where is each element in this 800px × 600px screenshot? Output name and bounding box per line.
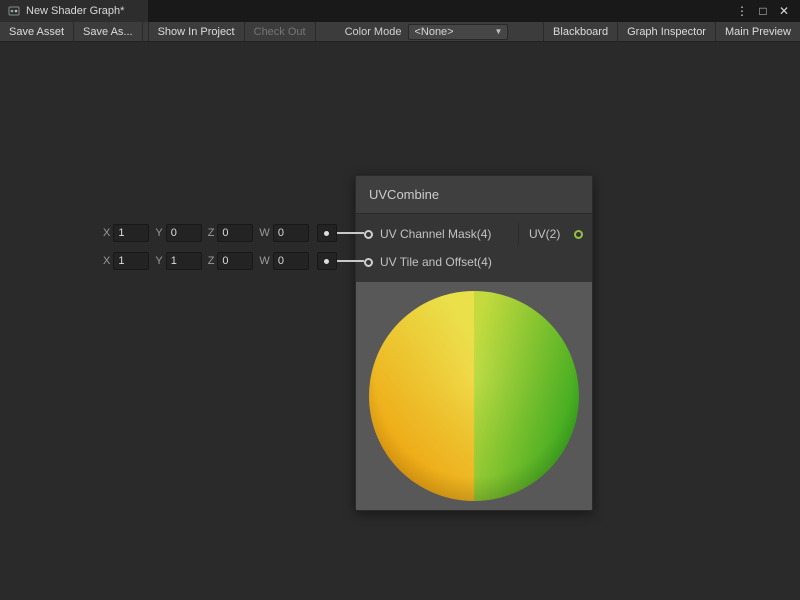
- node-ports: UV Channel Mask(4) UV Tile and Offset(4)…: [356, 214, 592, 282]
- edge-uv-tile-offset[interactable]: [337, 260, 364, 262]
- port-connector[interactable]: [317, 252, 337, 270]
- axis-label: Z: [208, 227, 215, 239]
- maximize-icon[interactable]: □: [756, 0, 770, 22]
- connector-dot-icon: [324, 259, 329, 264]
- main-preview-button[interactable]: Main Preview: [715, 22, 800, 41]
- connector-dot-icon: [324, 231, 329, 236]
- vector-value: 0: [222, 255, 228, 267]
- edge-uv-channel-mask[interactable]: [337, 232, 364, 234]
- axis-label: X: [103, 255, 110, 267]
- save-asset-button[interactable]: Save Asset: [0, 22, 74, 41]
- uvcombine-node[interactable]: UVCombine UV Channel Mask(4) UV Tile and…: [355, 175, 593, 511]
- graph-inspector-button[interactable]: Graph Inspector: [617, 22, 715, 41]
- input-port-label: UV Tile and Offset(4): [380, 255, 492, 269]
- axis-label: W: [259, 255, 269, 267]
- color-mode-dropdown[interactable]: <None> ▼: [408, 24, 508, 40]
- vector-value: 0: [278, 255, 284, 267]
- uv-preview-sphere: [369, 291, 579, 501]
- vector-field-y[interactable]: 0: [166, 224, 202, 242]
- shader-graph-window: New Shader Graph* ⋮ □ ✕ Save Asset Save …: [0, 0, 800, 600]
- vector-field-z[interactable]: 0: [217, 224, 253, 242]
- color-mode-group: Color Mode <None> ▼: [345, 22, 509, 41]
- port-connector[interactable]: [317, 224, 337, 242]
- node-header[interactable]: UVCombine: [356, 176, 592, 214]
- input-row-tile-offset: UV Tile and Offset(4): [364, 251, 518, 273]
- vector-value: 1: [118, 227, 124, 239]
- output-port-label: UV(2): [529, 227, 560, 241]
- vector-value: 0: [171, 227, 177, 239]
- input-port[interactable]: [364, 230, 373, 239]
- input-row-channel-mask: UV Channel Mask(4): [364, 223, 518, 245]
- shader-graph-icon: [8, 5, 20, 17]
- save-as-button[interactable]: Save As...: [74, 22, 143, 41]
- vector-value: 1: [118, 255, 124, 267]
- vector-field-w[interactable]: 0: [273, 224, 309, 242]
- vector-field-x[interactable]: 1: [113, 252, 149, 270]
- menu-icon[interactable]: ⋮: [735, 0, 749, 22]
- vector-field-x[interactable]: 1: [113, 224, 149, 242]
- vector-field-z[interactable]: 0: [217, 252, 253, 270]
- blackboard-button[interactable]: Blackboard: [543, 22, 617, 41]
- vector-value: 0: [222, 227, 228, 239]
- vector-field-w[interactable]: 0: [273, 252, 309, 270]
- title-bar: New Shader Graph* ⋮ □ ✕: [0, 0, 800, 22]
- color-mode-label: Color Mode: [345, 26, 402, 38]
- window-controls: ⋮ □ ✕: [735, 0, 800, 22]
- node-inputs: UV Channel Mask(4) UV Tile and Offset(4): [356, 214, 518, 282]
- show-in-project-button[interactable]: Show In Project: [148, 22, 245, 41]
- vector4-input-row-2: X 1 Y 1 Z 0 W 0: [103, 252, 337, 270]
- axis-label: Y: [155, 227, 162, 239]
- document-tab[interactable]: New Shader Graph*: [0, 0, 148, 22]
- vector-field-y[interactable]: 1: [166, 252, 202, 270]
- input-port[interactable]: [364, 258, 373, 267]
- close-icon[interactable]: ✕: [777, 0, 791, 22]
- node-title: UVCombine: [369, 187, 439, 202]
- axis-label: W: [259, 227, 269, 239]
- vector4-input-row-1: X 1 Y 0 Z 0 W 0: [103, 224, 337, 242]
- color-mode-value: <None>: [414, 26, 490, 38]
- axis-label: X: [103, 227, 110, 239]
- tab-title: New Shader Graph*: [26, 5, 124, 17]
- node-output: UV(2): [518, 223, 592, 245]
- axis-label: Z: [208, 255, 215, 267]
- chevron-down-icon: ▼: [495, 27, 503, 36]
- node-preview: [356, 282, 592, 510]
- output-port[interactable]: [574, 230, 583, 239]
- toolbar: Save Asset Save As... Show In Project Ch…: [0, 22, 800, 42]
- toolbar-spacer: [508, 22, 543, 41]
- vector-value: 1: [171, 255, 177, 267]
- graph-canvas[interactable]: X 1 Y 0 Z 0 W 0 X 1 Y 1 Z 0 W 0 U: [0, 42, 800, 600]
- check-out-button: Check Out: [245, 22, 316, 41]
- vector-value: 0: [278, 227, 284, 239]
- input-port-label: UV Channel Mask(4): [380, 227, 491, 241]
- axis-label: Y: [155, 255, 162, 267]
